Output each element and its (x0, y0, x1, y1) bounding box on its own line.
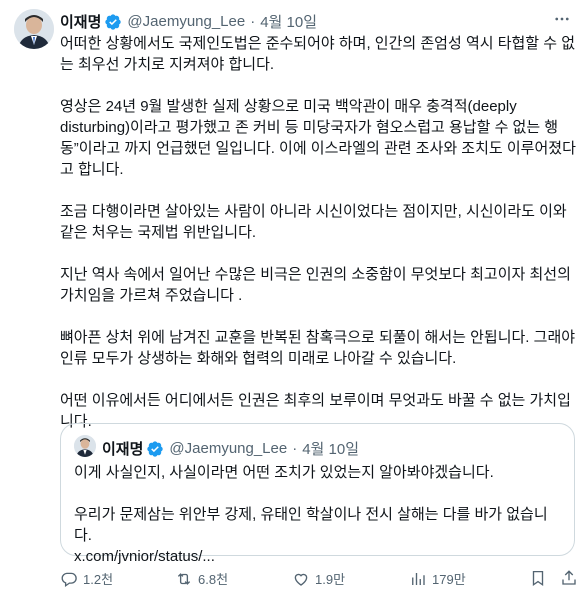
views-button[interactable]: 179만 (409, 569, 466, 588)
author-handle[interactable]: @Jaemyung_Lee (127, 13, 245, 30)
verified-badge-icon (146, 440, 164, 458)
more-icon[interactable] (551, 8, 573, 30)
views-icon (412, 572, 425, 585)
action-bar: 1.2천 6.8천 1.9만 179만 (60, 569, 580, 591)
quoted-author-handle: @Jaemyung_Lee (169, 440, 288, 457)
quoted-timestamp: 4월 10일 (302, 441, 360, 458)
repost-count: 6.8천 (198, 572, 229, 587)
quoted-line: 이게 사실인지, 사실이라면 어떤 조치가 있었는지 알아봐야겠습니다. (74, 464, 494, 481)
author-avatar[interactable] (14, 9, 54, 49)
reply-icon (61, 572, 77, 587)
post-header: 이재명 @Jaemyung_Lee · 4월 10일 (60, 11, 317, 32)
author-name[interactable]: 이재명 (60, 11, 101, 32)
post-paragraph: 영상은 24년 9월 발생한 실제 상황으로 미국 백악관이 매우 충격적(de… (60, 98, 576, 178)
bookmark-icon (532, 570, 544, 587)
post-paragraph: 뼈아픈 상처 위에 남겨진 교훈을 반복된 참혹극으로 되풀이 해서는 안됩니다… (60, 329, 576, 367)
quoted-header: 이재명 @Jaemyung_Lee · 4월 10일 (102, 438, 359, 459)
quoted-line: 우리가 문제삼는 위안부 강제, 유태인 학살이나 전시 살해는 다를 바가 없… (74, 506, 548, 544)
verified-badge-icon (104, 13, 122, 31)
quoted-post[interactable]: 이재명 @Jaemyung_Lee · 4월 10일 이게 사실인지, 사실이라… (60, 423, 575, 565)
quoted-link[interactable]: x.com/jvnior/status/... (74, 546, 564, 567)
repost-button[interactable]: 6.8천 (175, 569, 228, 588)
post-timestamp[interactable]: 4월 10일 (260, 11, 317, 32)
quoted-text: 이게 사실인지, 사실이라면 어떤 조치가 있었는지 알아봐야겠습니다. 우리가… (74, 462, 564, 567)
like-icon (294, 573, 308, 586)
reply-count: 1.2천 (83, 572, 114, 587)
quoted-author-name: 이재명 (102, 441, 144, 458)
post-paragraph: 지난 역사 속에서 일어난 수많은 비극은 인권의 소중함이 무엇보다 최고이자… (60, 266, 571, 304)
quoted-author-avatar (74, 435, 96, 457)
views-count: 179만 (432, 572, 466, 587)
reply-button[interactable]: 1.2천 (60, 569, 113, 588)
separator: · (250, 13, 256, 30)
separator: · (292, 440, 298, 457)
like-count: 1.9만 (315, 572, 346, 587)
post-paragraph: 어떠한 상황에서도 국제인도법은 준수되어야 하며, 인간의 존엄성 역시 타협… (60, 35, 576, 73)
post-text: 어떠한 상황에서도 국제인도법은 준수되어야 하며, 인간의 존엄성 역시 타협… (60, 33, 578, 453)
post-paragraph: 조금 다행이라면 살아있는 사람이 아니라 시신이었다는 점이지만, 시신이라도… (60, 203, 567, 241)
repost-icon (177, 572, 191, 585)
share-icon (562, 570, 576, 585)
like-button[interactable]: 1.9만 (292, 569, 345, 588)
bookmark-button[interactable] (529, 569, 552, 587)
share-button[interactable] (560, 569, 583, 587)
